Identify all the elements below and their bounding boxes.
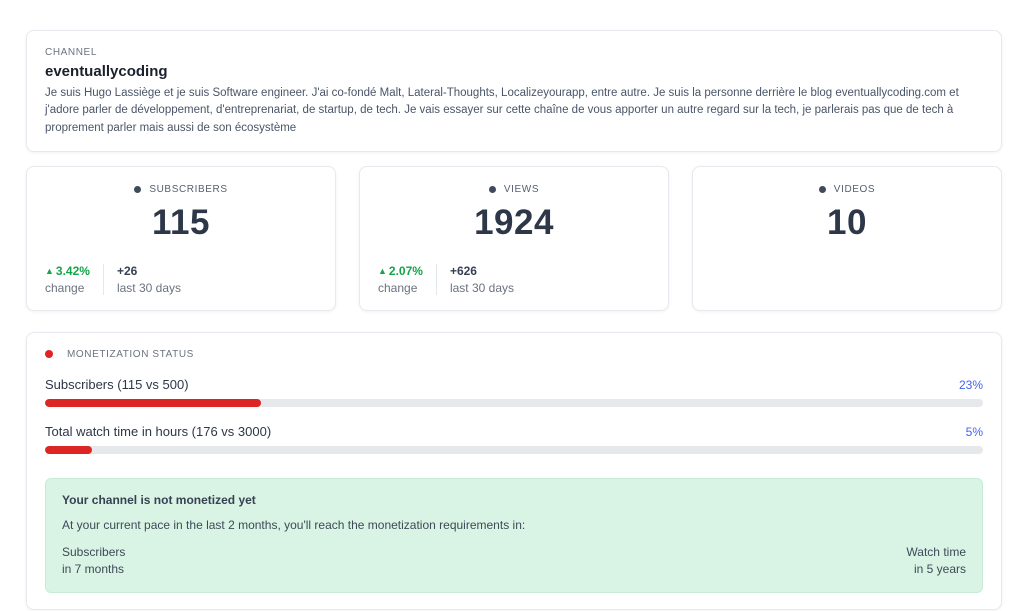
change-percent-value: 2.07% xyxy=(389,264,423,278)
bullet-icon xyxy=(819,186,826,193)
delta-column: +26 last 30 days xyxy=(104,264,181,295)
progress-track xyxy=(45,446,983,454)
notice-right-title: Watch time xyxy=(906,544,966,561)
channel-dashboard: CHANNEL eventuallycoding Je suis Hugo La… xyxy=(0,0,1028,610)
stats-row: SUBSCRIBERS 115 ▲3.42% change +26 last 3… xyxy=(26,166,1002,311)
progress-head: Total watch time in hours (176 vs 3000) … xyxy=(45,424,983,439)
stat-header: VIEWS xyxy=(489,184,539,195)
stat-label: VIDEOS xyxy=(834,184,875,195)
stat-card-views: VIEWS 1924 ▲2.07% change +626 last 30 da… xyxy=(359,166,669,311)
progress-label: Total watch time in hours (176 vs 3000) xyxy=(45,424,271,439)
videos-count: 10 xyxy=(827,205,867,240)
stat-change-block: ▲2.07% change +626 last 30 days xyxy=(378,264,514,295)
change-column: ▲2.07% change xyxy=(378,264,437,295)
notice-body: At your current pace in the last 2 month… xyxy=(62,518,966,532)
stat-label: SUBSCRIBERS xyxy=(149,184,227,195)
progress-percent: 5% xyxy=(966,425,983,439)
channel-card: CHANNEL eventuallycoding Je suis Hugo La… xyxy=(26,30,1002,152)
change-caption: change xyxy=(45,281,90,295)
views-count: 1924 xyxy=(474,205,554,240)
stat-card-videos: VIDEOS 10 xyxy=(692,166,1002,311)
progress-label: Subscribers (115 vs 500) xyxy=(45,377,189,392)
up-arrow-icon: ▲ xyxy=(378,266,387,276)
delta-caption: last 30 days xyxy=(450,281,514,295)
progress-head: Subscribers (115 vs 500) 23% xyxy=(45,377,983,392)
delta-caption: last 30 days xyxy=(117,281,181,295)
stat-header: SUBSCRIBERS xyxy=(134,184,227,195)
monetization-header: MONETIZATION STATUS xyxy=(45,349,983,360)
progress-track xyxy=(45,399,983,407)
stat-card-subscribers: SUBSCRIBERS 115 ▲3.42% change +26 last 3… xyxy=(26,166,336,311)
subscribers-count: 115 xyxy=(152,205,210,240)
stat-label: VIEWS xyxy=(504,184,539,195)
monetization-card: MONETIZATION STATUS Subscribers (115 vs … xyxy=(26,332,1002,610)
notice-left-value: in 7 months xyxy=(62,561,125,578)
change-percent: ▲2.07% xyxy=(378,264,423,278)
notice-title: Your channel is not monetized yet xyxy=(62,493,966,507)
progress-percent: 23% xyxy=(959,378,983,392)
channel-name: eventuallycoding xyxy=(45,63,983,80)
notice-subscribers-estimate: Subscribers in 7 months xyxy=(62,544,125,579)
delta-value: +626 xyxy=(450,264,514,278)
status-dot-icon xyxy=(45,350,53,358)
delta-value: +26 xyxy=(117,264,181,278)
notice-watch-time-estimate: Watch time in 5 years xyxy=(906,544,966,579)
change-percent: ▲3.42% xyxy=(45,264,90,278)
notice-footer: Subscribers in 7 months Watch time in 5 … xyxy=(62,544,966,579)
stat-header: VIDEOS xyxy=(819,184,875,195)
notice-right-value: in 5 years xyxy=(906,561,966,578)
progress-fill xyxy=(45,399,261,407)
bullet-icon xyxy=(134,186,141,193)
bullet-icon xyxy=(489,186,496,193)
delta-column: +626 last 30 days xyxy=(437,264,514,295)
change-caption: change xyxy=(378,281,423,295)
progress-watch-time: Total watch time in hours (176 vs 3000) … xyxy=(45,424,983,454)
monetization-notice: Your channel is not monetized yet At you… xyxy=(45,478,983,593)
channel-description: Je suis Hugo Lassiège et je suis Softwar… xyxy=(45,85,983,137)
progress-subscribers: Subscribers (115 vs 500) 23% xyxy=(45,377,983,407)
change-column: ▲3.42% change xyxy=(45,264,104,295)
monetization-label: MONETIZATION STATUS xyxy=(67,349,194,360)
change-percent-value: 3.42% xyxy=(56,264,90,278)
stat-change-block: ▲3.42% change +26 last 30 days xyxy=(45,264,181,295)
up-arrow-icon: ▲ xyxy=(45,266,54,276)
notice-left-title: Subscribers xyxy=(62,544,125,561)
progress-fill xyxy=(45,446,92,454)
channel-label: CHANNEL xyxy=(45,47,983,58)
